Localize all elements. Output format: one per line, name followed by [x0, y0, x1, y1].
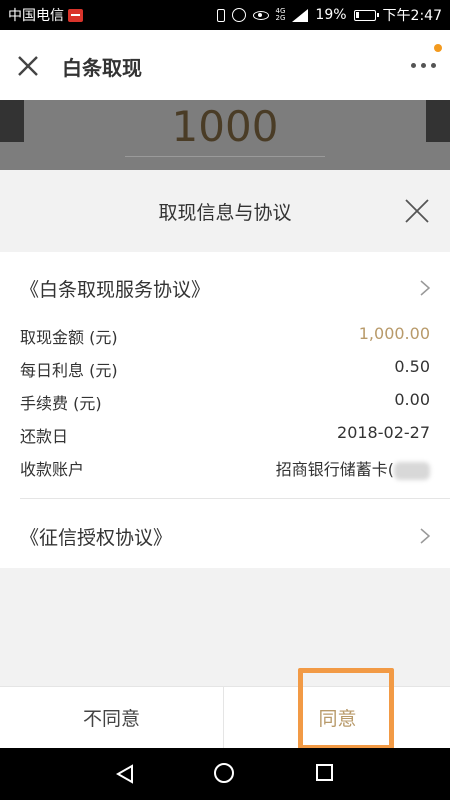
withdrawal-info-sheet: 取现信息与协议 《白条取现服务协议》 取现金额 (元) 1,000.00 每日利… [0, 170, 450, 748]
recent-apps-icon[interactable] [316, 764, 333, 781]
detail-label: 手续费 (元) [20, 394, 102, 413]
detail-label: 取现金额 (元) [20, 328, 118, 347]
detail-value: 0.00 [394, 390, 430, 409]
service-agreement-label: 《白条取现服务协议》 [20, 278, 211, 301]
more-dot [411, 63, 416, 68]
eye-icon [252, 10, 269, 20]
detail-value-group: 招商银行储蓄卡( [276, 456, 430, 480]
detail-row-fee: 手续费 (元) 0.00 [20, 390, 430, 414]
redacted-account-number [394, 461, 430, 480]
detail-value: 2018-02-27 [337, 423, 430, 442]
agree-button[interactable]: 同意 [225, 687, 450, 748]
battery-fill [355, 11, 359, 18]
detail-row-amount: 取现金额 (元) 1,000.00 [20, 324, 430, 348]
detail-value: 1,000.00 [358, 324, 430, 343]
action-bar: 不同意 同意 [0, 686, 450, 748]
detail-value: 招商银行储蓄卡( [275, 460, 394, 479]
background-amount-underline [125, 156, 325, 157]
app-header: 白条取现 [0, 30, 450, 100]
more-dot [431, 63, 436, 68]
info-card: 《白条取现服务协议》 取现金额 (元) 1,000.00 每日利息 (元) 0.… [0, 252, 450, 568]
detail-row-repay-date: 还款日 2018-02-27 [20, 423, 430, 447]
sheet-header: 取现信息与协议 [0, 170, 450, 252]
detail-row-interest: 每日利息 (元) 0.50 [20, 357, 430, 381]
close-icon[interactable] [16, 54, 40, 78]
more-icon[interactable] [411, 63, 436, 68]
status-bar: 中国电信 4G 2G 19% 下午2:47 [0, 0, 450, 30]
chevron-right-icon [420, 280, 430, 296]
service-agreement-link[interactable]: 《白条取现服务协议》 [0, 260, 450, 316]
alarm-icon [231, 8, 246, 22]
chevron-right-icon [420, 528, 430, 544]
detail-value: 0.50 [394, 357, 430, 376]
status-icons: 4G 2G 19% 下午2:47 [216, 5, 442, 25]
battery-percent: 19% [315, 7, 347, 23]
background-edge-right [426, 100, 450, 142]
credit-agreement-label: 《征信授权协议》 [20, 526, 173, 549]
battery-icon [353, 9, 379, 21]
carrier-group: 中国电信 [8, 5, 83, 25]
back-icon[interactable] [115, 764, 135, 784]
signal-icon [292, 8, 309, 22]
detail-label: 每日利息 (元) [20, 361, 118, 380]
sheet-title: 取现信息与协议 [158, 202, 292, 224]
page-title: 白条取现 [62, 56, 142, 80]
sheet-close-icon[interactable] [404, 198, 430, 224]
disagree-button[interactable]: 不同意 [0, 687, 224, 748]
more-dot [421, 63, 426, 68]
carrier-name: 中国电信 [8, 8, 64, 24]
detail-label: 收款账户 [20, 460, 85, 479]
network-type-bottom: 2G [275, 14, 286, 22]
background-amount: 1000 [171, 102, 279, 151]
carrier-badge-icon [68, 8, 83, 22]
vibrate-icon [216, 8, 225, 22]
notification-dot [434, 44, 442, 52]
network-type-icon: 4G 2G [276, 8, 286, 22]
navigation-bar [0, 748, 450, 800]
detail-label: 还款日 [20, 427, 69, 446]
credit-agreement-link[interactable]: 《征信授权协议》 [0, 508, 450, 564]
background-overlay: 1000 [0, 100, 450, 170]
home-icon[interactable] [214, 763, 234, 783]
detail-row-account: 收款账户 招商银行储蓄卡( [20, 456, 430, 480]
divider [20, 498, 450, 499]
clock: 下午2:47 [382, 8, 442, 24]
